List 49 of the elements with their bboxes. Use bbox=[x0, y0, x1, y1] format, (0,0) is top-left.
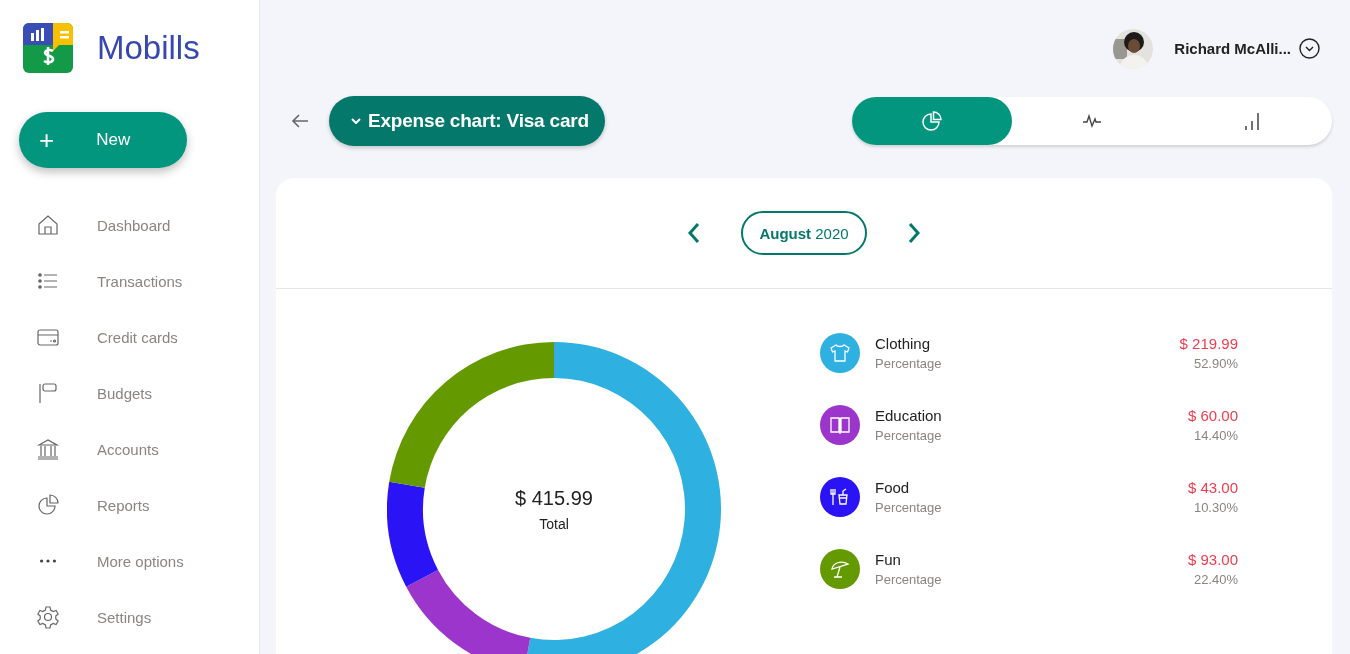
category-name: Food bbox=[875, 479, 911, 496]
category-percentage: 22.40% bbox=[1193, 572, 1238, 587]
next-month-icon[interactable] bbox=[906, 222, 921, 244]
nav-item[interactable]: More options bbox=[0, 533, 259, 589]
category-amount: $ 93.00 bbox=[1187, 551, 1238, 568]
nav-item[interactable]: Settings bbox=[0, 589, 259, 645]
previous-month-icon[interactable] bbox=[687, 222, 702, 244]
period-button[interactable]: August 2020 bbox=[741, 211, 867, 255]
category-name: Education bbox=[875, 407, 942, 424]
category-row[interactable]: Food Percentage $ 43.00 10.30% bbox=[820, 477, 1238, 517]
category-amount: $ 219.99 bbox=[1179, 335, 1238, 352]
category-percentage: 14.40% bbox=[1193, 428, 1238, 443]
nav-item[interactable]: Dashboard bbox=[0, 197, 259, 253]
category-caption: Percentage bbox=[875, 356, 942, 371]
category-percentage: 52.90% bbox=[1193, 356, 1238, 371]
chart-selector-button[interactable]: Expense chart: Visa card bbox=[329, 96, 605, 146]
category-row[interactable]: Education Percentage $ 60.00 14.40% bbox=[820, 405, 1238, 445]
brand-name: Mobills bbox=[97, 29, 200, 67]
view-tab[interactable] bbox=[852, 97, 1012, 145]
category-caption: Percentage bbox=[875, 572, 942, 587]
nav-item[interactable]: Budgets bbox=[0, 365, 259, 421]
category-row[interactable]: Fun Percentage $ 93.00 22.40% bbox=[820, 549, 1238, 589]
user-name: Richard McAlli... bbox=[1174, 40, 1291, 57]
nav-item[interactable]: Credit cards bbox=[0, 309, 259, 365]
nav-item[interactable]: Reports bbox=[0, 477, 259, 533]
bank-icon bbox=[36, 437, 60, 461]
flag-icon bbox=[36, 381, 60, 405]
bar-chart-icon bbox=[1242, 111, 1262, 131]
logo-icon bbox=[23, 23, 73, 73]
category-amount: $ 43.00 bbox=[1187, 479, 1238, 496]
category-name: Fun bbox=[875, 551, 902, 568]
new-button[interactable]: + New bbox=[19, 112, 187, 168]
category-caption: Percentage bbox=[875, 500, 942, 515]
category-name: Clothing bbox=[875, 335, 932, 352]
dropdown-icon[interactable] bbox=[1299, 38, 1320, 59]
caret-icon bbox=[351, 118, 361, 124]
more-icon bbox=[40, 559, 56, 563]
total-label: Total bbox=[539, 515, 569, 532]
nav-item[interactable]: Accounts bbox=[0, 421, 259, 477]
category-amount: $ 60.00 bbox=[1187, 407, 1238, 424]
category-percentage: 10.30% bbox=[1193, 500, 1238, 515]
total-amount: $ 415.99 bbox=[515, 486, 593, 510]
pie-chart-icon bbox=[36, 493, 60, 517]
settings-icon bbox=[36, 605, 60, 629]
category-row[interactable]: Clothing Percentage $ 219.99 52.90% bbox=[820, 333, 1238, 373]
home-icon bbox=[36, 213, 60, 237]
nav-item[interactable]: Transactions bbox=[0, 253, 259, 309]
category-caption: Percentage bbox=[875, 428, 942, 443]
pie-chart-icon bbox=[921, 110, 943, 132]
